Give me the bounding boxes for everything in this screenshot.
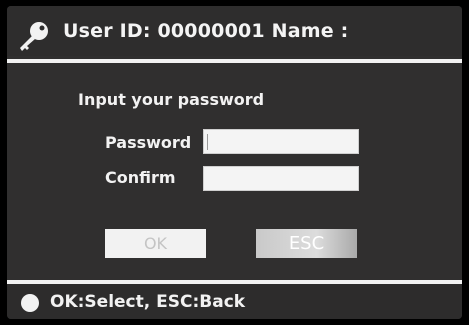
header-bar: User ID: 00000001 Name : — [7, 6, 462, 56]
header-divider — [7, 59, 462, 63]
password-field[interactable] — [203, 129, 359, 154]
password-prompt: Input your password — [78, 90, 265, 109]
confirm-field[interactable] — [203, 166, 359, 191]
esc-button[interactable]: ESC — [256, 229, 357, 258]
key-icon — [20, 22, 48, 51]
terminal-screen: User ID: 00000001 Name : Input your pass… — [7, 6, 462, 319]
footer-hint: OK:Select, ESC:Back — [50, 292, 246, 312]
ok-button[interactable]: OK — [105, 229, 206, 258]
text-caret — [207, 134, 208, 150]
header-title: User ID: 00000001 Name : — [63, 20, 349, 42]
confirm-label: Confirm — [105, 168, 176, 187]
password-label: Password — [105, 133, 192, 152]
dot-icon — [21, 294, 39, 312]
